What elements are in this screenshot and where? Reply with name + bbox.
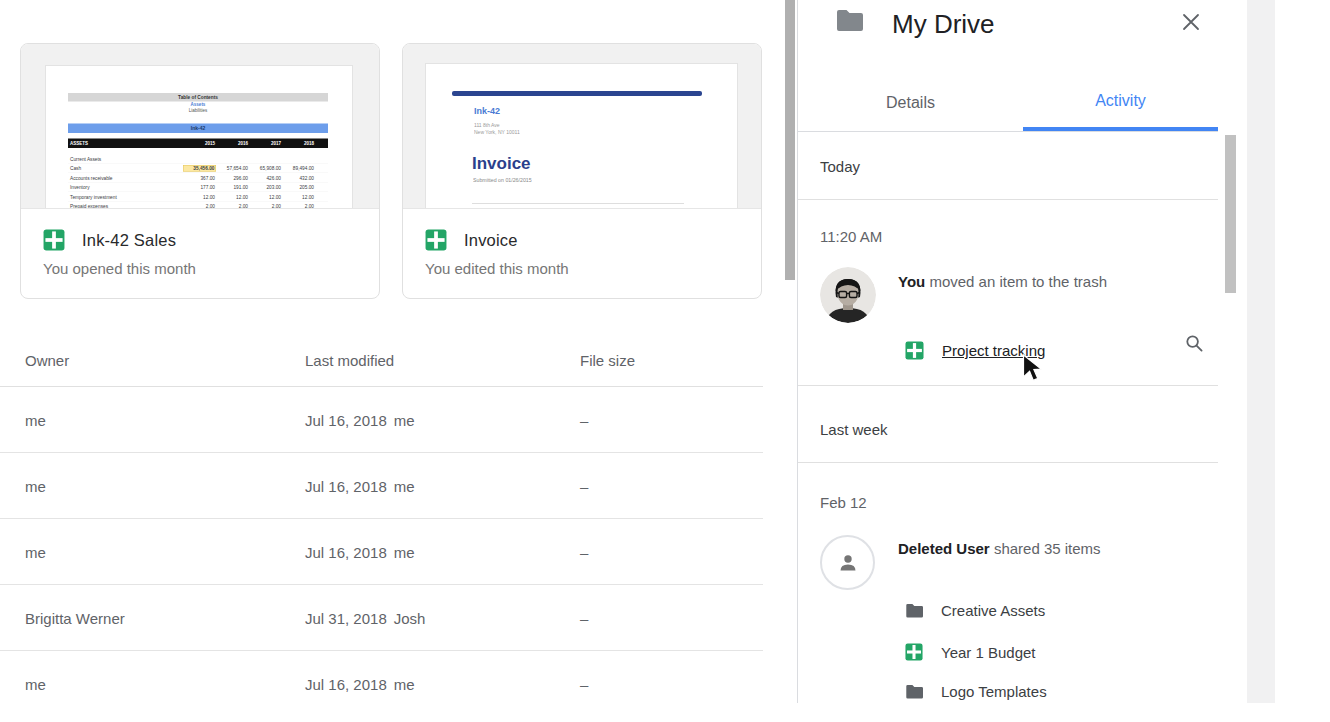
background-strip [1247,0,1275,703]
activity-time: 11:20 AM [820,228,882,245]
row-modified: Jul 16, 2018me [305,411,415,428]
activity-message: You moved an item to the trash [898,273,1107,290]
close-icon[interactable] [1182,13,1200,31]
avatar-photo [820,267,876,323]
table-row[interactable]: me Jul 16, 2018me – [0,453,763,519]
row-modified: Jul 16, 2018me [305,676,415,693]
column-header-file-size[interactable]: File size [580,352,635,369]
sheet-row: Prepaid expenses 2.00 2.00 2.00 2.00 [68,202,328,210]
sheet-header-row: ASSETS 2015 2016 2017 2018 [68,139,328,149]
section-label-last-week: Last week [820,421,888,438]
section-label-today: Today [820,158,860,175]
mini-spreadsheet: Table of Contents Assets Liabilities Ink… [68,93,328,209]
sheets-icon [43,229,65,251]
main-scrollbar[interactable] [785,0,795,280]
row-owner: me [25,477,46,494]
panel-scrollbar[interactable] [1225,135,1236,293]
sheet-row: Inventory 177.00 191.00 203.00 205.00 [68,183,328,193]
file-card-title: Ink-42 Sales [82,231,176,250]
drive-window: Table of Contents Assets Liabilities Ink… [0,0,1330,703]
deleted-user-avatar [820,535,875,590]
tab-details[interactable]: Details [798,75,1023,131]
cursor-pointer-icon [1022,354,1044,388]
invoice-address: 111 8th Ave New York, NY 10011 [474,122,520,135]
row-size: – [580,477,588,494]
table-row[interactable]: me Jul 16, 2018me – [0,387,763,453]
file-card-status: You edited this month [425,260,739,277]
activity-item-logo-templates[interactable]: Logo Templates [905,683,1047,700]
sheet-row: Accounts receivable 367.00 296.00 426.00… [68,173,328,183]
section-divider [798,462,1218,463]
invoice-divider [472,203,684,204]
row-owner: me [25,543,46,560]
file-card-invoice[interactable]: Ink-42 111 8th Ave New York, NY 10011 In… [402,43,762,299]
activity-date: Feb 12 [820,494,867,511]
invoice-company: Ink-42 [474,106,500,116]
row-owner: me [25,411,46,428]
column-header-owner[interactable]: Owner [25,352,69,369]
sheets-icon [425,229,447,251]
row-size: – [580,609,588,626]
row-modified: Jul 16, 2018me [305,543,415,560]
invoice-top-rule [452,91,702,96]
sheets-icon [905,341,924,360]
file-table-header: Owner Last modified File size [0,334,763,387]
file-card-status: You opened this month [43,260,357,277]
item-name: Year 1 Budget [941,644,1036,661]
folder-icon [835,9,863,35]
activity-item-year-1-budget[interactable]: Year 1 Budget [905,643,1036,661]
sheet-title-bar: Ink-42 [68,124,328,134]
file-card-ink42-sales[interactable]: Table of Contents Assets Liabilities Ink… [20,43,380,299]
invoice-submitted: Submitted on 01/26/2015 [473,177,532,183]
file-thumbnail-spreadsheet: Table of Contents Assets Liabilities Ink… [21,44,379,209]
row-owner: me [25,676,46,693]
file-thumbnail-invoice: Ink-42 111 8th Ave New York, NY 10011 In… [403,44,761,209]
item-name: Logo Templates [941,683,1047,700]
row-modified: Jul 31, 2018Josh [305,609,425,626]
folder-icon [905,684,923,699]
section-divider [798,385,1218,386]
panel-tabs: Details Activity [798,75,1218,132]
activity-item-creative-assets[interactable]: Creative Assets [905,602,1045,619]
activity-message: Deleted User shared 35 items [898,540,1101,557]
sheet-row: Cash 35,456.00 57,654.00 65,908.00 89,49… [68,164,328,174]
table-row[interactable]: Brigitta Werner Jul 31, 2018Josh – [0,585,763,651]
row-modified: Jul 16, 2018me [305,477,415,494]
row-size: – [580,676,588,693]
file-table: Owner Last modified File size me Jul 16,… [0,334,763,703]
section-divider [798,199,1218,200]
sheet-row: Temporary investment 12.00 12.00 12.00 1… [68,192,328,202]
table-row[interactable]: me Jul 16, 2018me – [0,519,763,585]
folder-icon [905,603,923,618]
sheets-icon [905,643,923,661]
file-card-title: Invoice [464,231,518,250]
item-name: Creative Assets [941,602,1045,619]
sheet-toc-title: Table of Contents [68,93,328,102]
invoice-title: Invoice [472,154,531,174]
details-panel: My Drive Details Activity Today 11:20 AM [798,0,1247,703]
row-size: – [580,543,588,560]
panel-title: My Drive [892,9,995,40]
row-owner: Brigitta Werner [25,609,125,626]
sheet-row: Current Assets [68,154,328,164]
person-icon [836,551,860,575]
table-row[interactable]: me Jul 16, 2018me – [0,651,763,703]
row-size: – [580,411,588,428]
column-header-last-modified[interactable]: Last modified [305,352,394,369]
tab-activity[interactable]: Activity [1023,75,1218,131]
search-icon[interactable] [1185,334,1204,357]
main-content: Table of Contents Assets Liabilities Ink… [0,0,783,703]
